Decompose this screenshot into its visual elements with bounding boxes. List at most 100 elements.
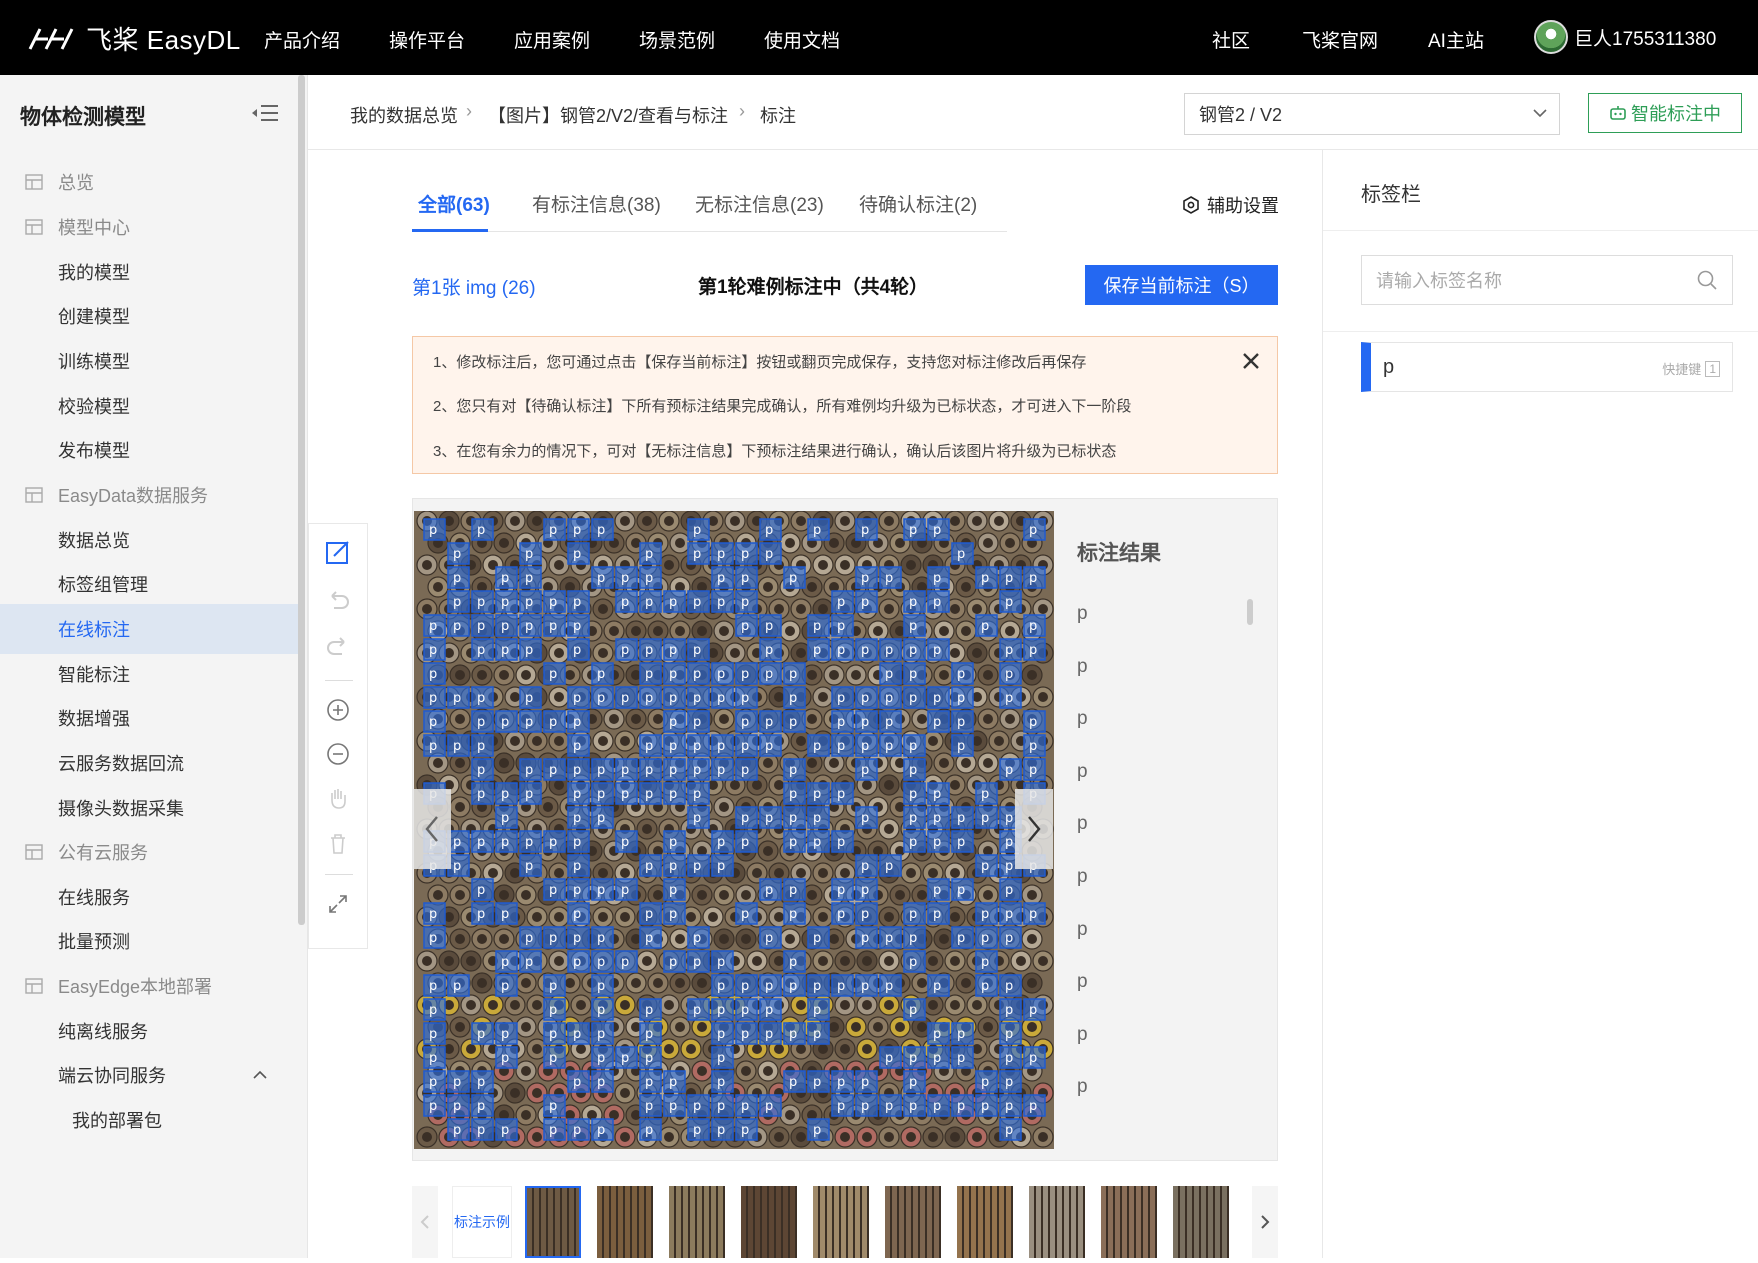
sidebar-item[interactable]: 纯离线服务 — [0, 1006, 300, 1056]
result-item[interactable]: p — [1077, 761, 1088, 783]
sidebar-item[interactable]: 总览 — [0, 157, 300, 207]
results-scrollbar[interactable] — [1247, 599, 1253, 625]
nav-community[interactable]: 社区 — [1212, 26, 1250, 53]
sidebar-item[interactable]: 摄像头数据采集 — [0, 783, 300, 833]
image-index-link[interactable]: 第1张 img (26) — [412, 273, 536, 300]
label-item[interactable]: p 快捷键 1 — [1361, 342, 1733, 392]
pipe-hole — [455, 802, 465, 812]
pipe-hole — [818, 912, 828, 922]
thumbnail[interactable] — [1173, 1186, 1229, 1258]
zoom-out-icon[interactable] — [324, 740, 352, 768]
notice-line: 2、您只有对【待确认标注】下所有预标注结果完成确认，所有难例均升级为已标状态，才… — [433, 398, 1132, 415]
result-item[interactable]: p — [1077, 1024, 1088, 1046]
sidebar-item[interactable]: 公有云服务 — [0, 827, 300, 877]
sidebar-item[interactable]: 数据总览 — [0, 515, 300, 565]
thumbnail[interactable] — [597, 1186, 653, 1258]
steel-pipes-photo[interactable]: p p p p p p p p p p p p p p p p p p p p p p p p p p p p p p p p p p p p p p p p… — [414, 511, 1054, 1149]
sidebar-item[interactable]: 发布模型 — [0, 425, 300, 475]
search-icon[interactable] — [1696, 269, 1718, 291]
thumbnail[interactable] — [813, 1186, 869, 1258]
chevron-up-icon[interactable] — [252, 1070, 268, 1080]
result-item[interactable]: p — [1077, 708, 1088, 730]
save-annotation-button[interactable]: 保存当前标注（S） — [1085, 265, 1278, 305]
prev-image-button[interactable] — [413, 789, 451, 869]
sidebar-item[interactable]: 在线标注 — [0, 604, 300, 654]
smart-label-button[interactable]: 智能标注中 — [1588, 93, 1742, 133]
sidebar-item[interactable]: EasyData数据服务 — [0, 470, 300, 520]
result-item[interactable]: p — [1077, 866, 1088, 888]
sidebar-item[interactable]: 我的模型 — [0, 247, 300, 297]
sidebar-item[interactable]: 创建模型 — [0, 291, 300, 341]
next-image-button[interactable] — [1015, 789, 1053, 869]
close-icon[interactable] — [1239, 349, 1263, 373]
version-select[interactable]: 钢管2 / V2 — [1184, 93, 1560, 135]
pipe-hole — [554, 648, 564, 658]
sidebar-item[interactable]: 在线服务 — [0, 872, 300, 922]
thumbnail[interactable] — [525, 1186, 581, 1258]
sidebar-item[interactable]: 批量预测 — [0, 916, 300, 966]
breadcrumb-dataset[interactable]: 【图片】钢管2/V2/查看与标注 — [488, 102, 728, 128]
sidebar-scrollbar[interactable] — [298, 75, 305, 925]
nav-docs[interactable]: 使用文档 — [764, 26, 840, 53]
result-item[interactable]: p — [1077, 813, 1088, 835]
sidebar-item[interactable]: 智能标注 — [0, 649, 300, 699]
redo-icon[interactable] — [324, 632, 352, 660]
nav-platform[interactable]: 操作平台 — [389, 26, 465, 53]
pan-hand-icon[interactable] — [324, 784, 352, 812]
photo-with-boxes[interactable]: p p p p p p p p p p p p p p p p p p p p p p p p p p p p p p p p p p p p p p p p… — [414, 511, 1054, 1149]
result-item[interactable]: p — [1077, 971, 1088, 993]
sidebar-item[interactable]: 数据增强 — [0, 693, 300, 743]
annotation-box-label: p — [741, 1099, 749, 1114]
annotation-box-label: p — [765, 931, 773, 946]
settings-icon — [1183, 196, 1199, 214]
annotation-box-label: p — [501, 571, 509, 586]
label-search-input[interactable]: 请输入标签名称 — [1361, 255, 1733, 305]
sidebar-item[interactable]: 模型中心 — [0, 202, 300, 252]
user-menu[interactable]: 巨人1755311380 — [1534, 20, 1716, 54]
annotation-box-label: p — [861, 763, 869, 778]
pipe-hole — [521, 890, 531, 900]
tab-unlabeled[interactable]: 无标注信息(23) — [695, 190, 824, 217]
sidebar-item[interactable]: 端云协同服务 — [0, 1050, 300, 1100]
nav-scenarios[interactable]: 场景范例 — [639, 26, 715, 53]
assist-settings-button[interactable]: 辅助设置 — [1181, 192, 1279, 218]
zoom-in-icon[interactable] — [324, 696, 352, 724]
thumbnail[interactable] — [741, 1186, 797, 1258]
nav-cases[interactable]: 应用案例 — [514, 26, 590, 53]
nav-product-intro[interactable]: 产品介绍 — [264, 26, 340, 53]
tab-labeled[interactable]: 有标注信息(38) — [532, 190, 661, 217]
thumbnail[interactable] — [957, 1186, 1013, 1258]
draw-box-icon[interactable] — [324, 538, 352, 566]
thumbnail[interactable] — [1029, 1186, 1085, 1258]
tab-all[interactable]: 全部(63) — [418, 190, 490, 217]
thumbs-prev-button[interactable] — [412, 1186, 438, 1258]
collapse-menu-icon[interactable] — [250, 102, 280, 124]
nav-paddle-site[interactable]: 飞桨官网 — [1302, 26, 1378, 53]
nav-ai-main[interactable]: AI主站 — [1428, 26, 1484, 53]
sidebar-item[interactable]: 我的部署包 — [0, 1095, 300, 1145]
pipe-hole — [664, 1132, 674, 1142]
result-item[interactable]: p — [1077, 656, 1088, 678]
thumbnail[interactable] — [885, 1186, 941, 1258]
fullscreen-icon[interactable] — [324, 890, 352, 918]
result-item[interactable]: p — [1077, 603, 1088, 625]
brand-logo[interactable]: 飞桨 EasyDL — [26, 20, 241, 57]
thumbnail[interactable] — [1101, 1186, 1157, 1258]
sidebar-item[interactable]: 云服务数据回流 — [0, 738, 300, 788]
breadcrumb-data-overview[interactable]: 我的数据总览 — [350, 102, 458, 128]
pipe-hole — [785, 1110, 795, 1120]
sidebar-item[interactable]: 训练模型 — [0, 336, 300, 386]
delete-icon[interactable] — [324, 830, 352, 858]
result-item[interactable]: p — [1077, 919, 1088, 941]
thumbnail[interactable] — [669, 1186, 725, 1258]
sidebar-item[interactable]: 校验模型 — [0, 381, 300, 431]
annotation-example-thumb[interactable]: 标注示例 — [452, 1186, 512, 1258]
result-item[interactable]: p — [1077, 1076, 1088, 1098]
annotation-box-label: p — [861, 859, 869, 874]
sidebar-item[interactable]: 标签组管理 — [0, 559, 300, 609]
sidebar-item[interactable]: EasyEdge本地部署 — [0, 961, 300, 1011]
breadcrumb-bar: 我的数据总览 › 【图片】钢管2/V2/查看与标注 › 标注 钢管2 / V2 … — [308, 75, 1758, 150]
undo-icon[interactable] — [324, 586, 352, 614]
tab-pending[interactable]: 待确认标注(2) — [859, 190, 977, 217]
thumbs-next-button[interactable] — [1252, 1186, 1278, 1258]
